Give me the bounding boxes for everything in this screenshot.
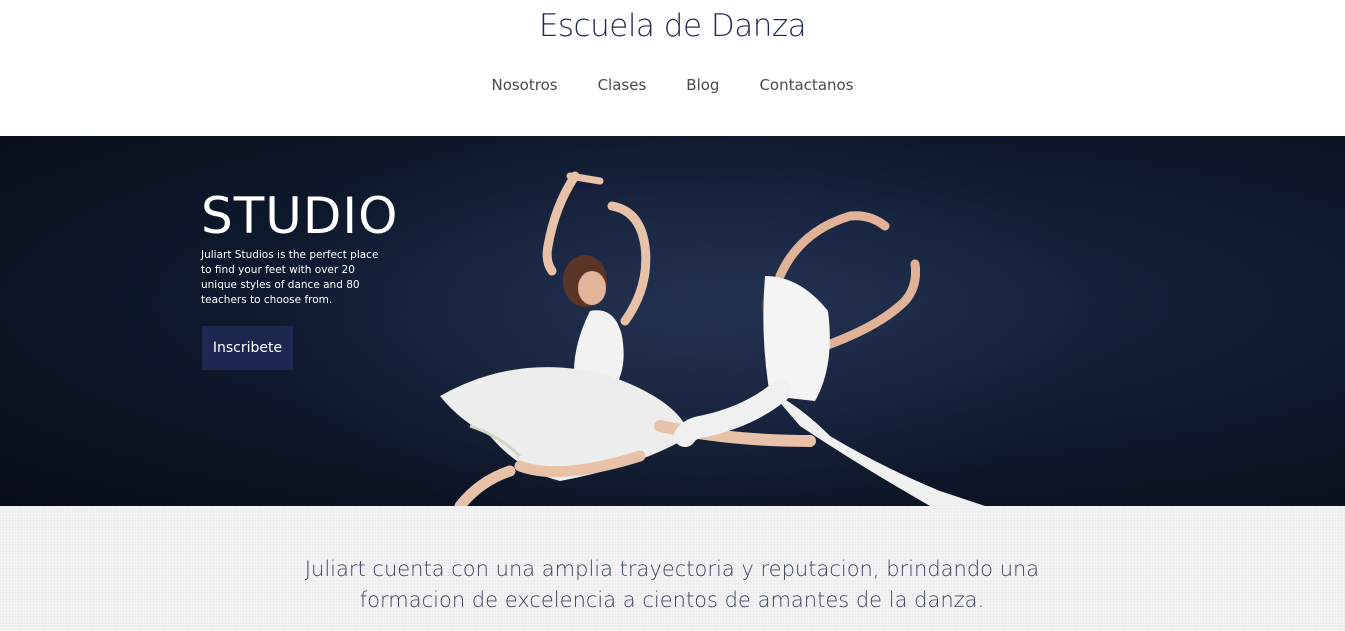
hero-banner: STUDIO Juliart Studios is the perfect pl… (0, 136, 1345, 506)
nav-link-nosotros[interactable]: Nosotros (491, 75, 557, 99)
nav-link-clases[interactable]: Clases (598, 75, 647, 99)
nav-link-contactanos[interactable]: Contactanos (759, 75, 853, 99)
hero-heading: STUDIO (201, 187, 399, 245)
main-nav: Nosotros Clases Blog Contactanos (0, 75, 1345, 99)
about-section: Juliart cuenta con una amplia trayectori… (0, 506, 1345, 631)
hero-description: Juliart Studios is the perfect place to … (201, 249, 379, 306)
nav-link-blog[interactable]: Blog (686, 75, 719, 99)
site-header: Escuela de Danza Nosotros Clases Blog Co… (0, 0, 1345, 136)
inscribete-button[interactable]: Inscribete (202, 326, 293, 370)
site-title[interactable]: Escuela de Danza (0, 8, 1345, 44)
about-text: Juliart cuenta con una amplia trayectori… (304, 557, 1040, 612)
